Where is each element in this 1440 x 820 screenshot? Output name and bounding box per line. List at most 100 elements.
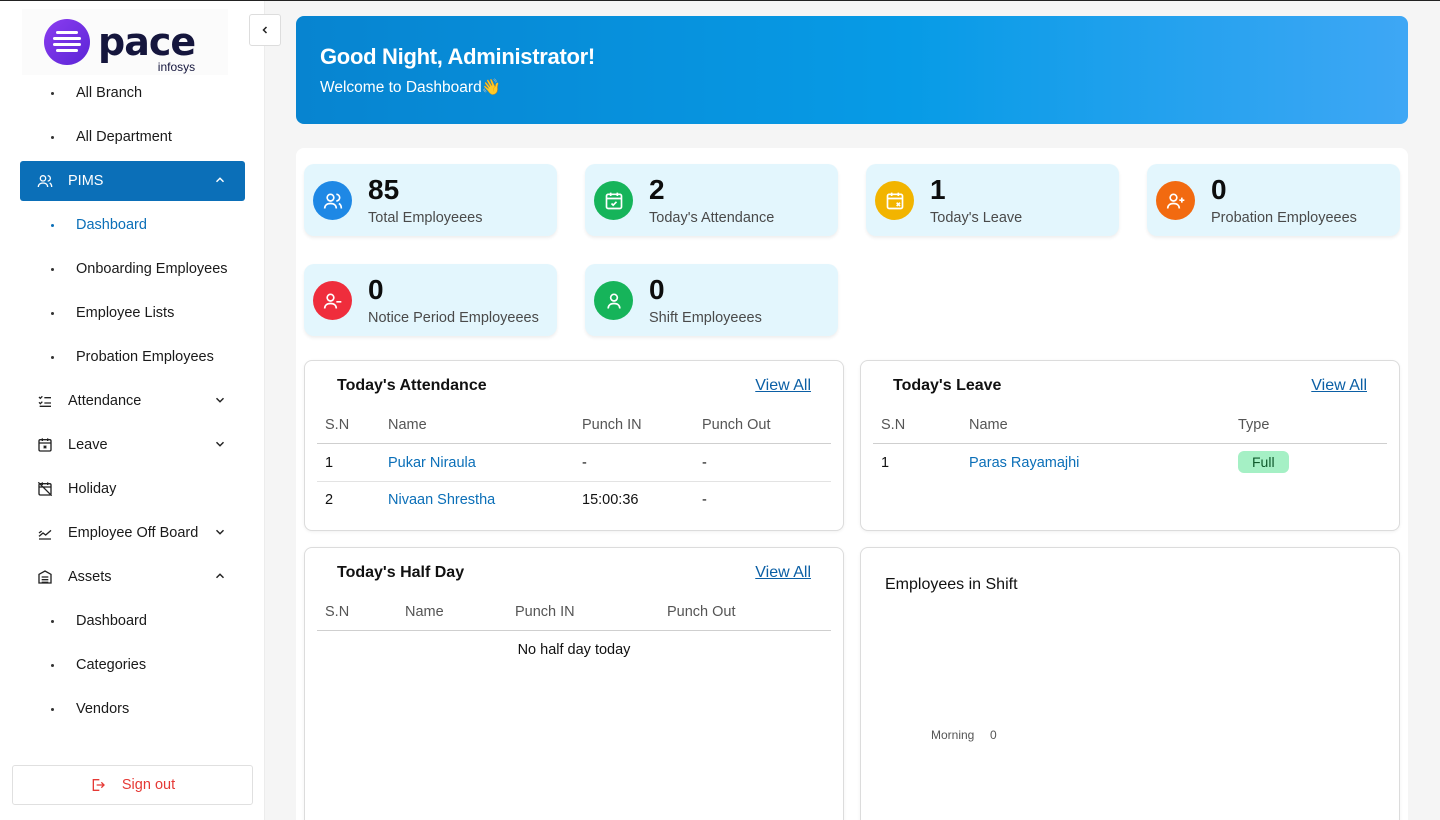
table-row: 1 Paras Rayamajhi Full: [873, 445, 1387, 482]
sidebar-item-assets[interactable]: Assets: [20, 557, 245, 597]
sidebar-item-label: Onboarding Employees: [76, 261, 228, 277]
sidebar-item-offboard[interactable]: Employee Off Board: [20, 513, 245, 553]
sidebar-item-onboarding[interactable]: Onboarding Employees: [20, 249, 245, 289]
bullet-icon: [51, 663, 54, 667]
table-header: S.N Name Punch IN Punch Out: [317, 407, 831, 444]
chevron-up-icon: [215, 573, 225, 579]
stat-label: Shift Employeees: [649, 310, 762, 326]
shift-name-label: Morning: [931, 728, 975, 742]
view-all-link[interactable]: View All: [1311, 377, 1367, 395]
stat-value: 1: [930, 174, 946, 205]
sidebar-item-employee-lists[interactable]: Employee Lists: [20, 293, 245, 333]
welcome-banner: Good Night, Administrator! Welcome to Da…: [296, 16, 1408, 124]
sidebar-item-label: Holiday: [68, 481, 117, 497]
list-check-icon: [36, 392, 54, 410]
stat-shift[interactable]: 0 Shift Employeees: [585, 264, 838, 336]
chevron-down-icon: [215, 397, 225, 403]
user-icon: [594, 281, 633, 320]
attendance-card: Today's Attendance View All S.N Name Pun…: [304, 360, 844, 531]
stat-value: 0: [368, 274, 384, 305]
col-punch-in: Punch IN: [582, 417, 642, 433]
chevron-left-icon: [262, 26, 268, 34]
sidebar-item-categories[interactable]: Categories: [20, 645, 245, 685]
sidebar-item-label: Vendors: [76, 701, 130, 717]
sign-out-button[interactable]: Sign out: [12, 765, 253, 805]
sidebar-item-probation[interactable]: Probation Employees: [20, 337, 245, 377]
stat-total-employees[interactable]: 85 Total Employeees: [304, 164, 557, 236]
stat-label: Today's Leave: [930, 210, 1023, 226]
sidebar-item-attendance[interactable]: Attendance: [20, 381, 245, 421]
chevron-down-icon: [215, 441, 225, 447]
sidebar-item-pims[interactable]: PIMS: [20, 161, 245, 201]
stat-todays-attendance[interactable]: 2 Today's Attendance: [585, 164, 838, 236]
stat-probation[interactable]: 0 Probation Employeees: [1147, 164, 1400, 236]
sidebar-item-label: Employee Off Board: [68, 525, 199, 541]
cell-punch-in: -: [582, 455, 587, 471]
leave-type-badge: Full: [1238, 451, 1289, 473]
leave-card: Today's Leave View All S.N Name Type 1 P…: [860, 360, 1400, 531]
chevron-down-icon: [215, 529, 225, 535]
user-minus-icon: [313, 281, 352, 320]
col-punch-in: Punch IN: [515, 604, 575, 620]
bullet-icon: [51, 355, 54, 359]
brand-logo[interactable]: pace infosys: [22, 9, 228, 75]
collapse-sidebar-button[interactable]: [249, 14, 281, 46]
bullet-icon: [51, 91, 54, 95]
stat-notice-period[interactable]: 0 Notice Period Employeees: [304, 264, 557, 336]
col-type: Type: [1238, 417, 1270, 433]
view-all-link[interactable]: View All: [755, 564, 811, 582]
calendar-check-icon: [594, 181, 633, 220]
sidebar-item-label: Leave: [68, 437, 108, 453]
employee-link[interactable]: Pukar Niraula: [388, 455, 476, 471]
employee-link[interactable]: Nivaan Shrestha: [388, 492, 495, 508]
sidebar-item-assets-dashboard[interactable]: Dashboard: [20, 601, 245, 641]
bullet-icon: [51, 619, 54, 623]
card-title: Employees in Shift: [885, 576, 1018, 593]
bullet-icon: [51, 707, 54, 711]
bullet-icon: [51, 267, 54, 271]
stat-todays-leave[interactable]: 1 Today's Leave: [866, 164, 1119, 236]
user-plus-icon: [1156, 181, 1195, 220]
view-all-link[interactable]: View All: [755, 377, 811, 395]
half-day-card: Today's Half Day View All S.N Name Punch…: [304, 547, 844, 820]
calendar-x-icon: [875, 181, 914, 220]
stat-value: 0: [1211, 174, 1227, 205]
users-icon: [36, 172, 54, 190]
sidebar-item-holiday[interactable]: Holiday: [20, 469, 245, 509]
sidebar-item-all-branch[interactable]: All Branch: [20, 73, 245, 113]
sidebar-item-pims-dashboard[interactable]: Dashboard: [20, 205, 245, 245]
col-name: Name: [388, 417, 427, 433]
shift-count: 0: [990, 728, 997, 742]
calendar-x-icon: [36, 436, 54, 454]
col-sn: S.N: [881, 417, 906, 433]
col-sn: S.N: [325, 417, 350, 433]
col-name: Name: [405, 604, 444, 620]
sidebar-item-all-department[interactable]: All Department: [20, 117, 245, 157]
stat-value: 85: [368, 174, 400, 205]
building-icon: [36, 568, 54, 586]
calendar-off-icon: [36, 480, 54, 498]
sign-out-icon: [92, 779, 105, 791]
sidebar-item-vendors[interactable]: Vendors: [20, 689, 245, 729]
sidebar-item-label: Employee Lists: [76, 305, 175, 321]
cell-sn: 1: [881, 455, 890, 471]
sidebar-item-label: Categories: [76, 657, 147, 673]
col-name: Name: [969, 417, 1008, 433]
card-title: Today's Half Day: [337, 564, 465, 581]
card-title: Today's Attendance: [337, 377, 487, 394]
brand-sub: infosys: [157, 60, 196, 74]
stat-label: Probation Employeees: [1211, 210, 1357, 226]
sidebar-item-label: Dashboard: [76, 217, 147, 233]
dashboard-panel: 85 Total Employeees 2 Today's Attendance…: [296, 148, 1408, 820]
table-header: S.N Name Type: [873, 407, 1387, 444]
stat-value: 0: [649, 274, 665, 305]
col-punch-out: Punch Out: [667, 604, 736, 620]
bullet-icon: [51, 311, 54, 315]
sidebar-item-leave[interactable]: Leave: [20, 425, 245, 465]
stat-label: Total Employeees: [368, 210, 483, 226]
employee-link[interactable]: Paras Rayamajhi: [969, 455, 1079, 471]
trend-icon: [36, 524, 54, 542]
chevron-up-icon: [215, 177, 225, 183]
sidebar-item-label: Attendance: [68, 393, 142, 409]
bullet-icon: [51, 135, 54, 139]
